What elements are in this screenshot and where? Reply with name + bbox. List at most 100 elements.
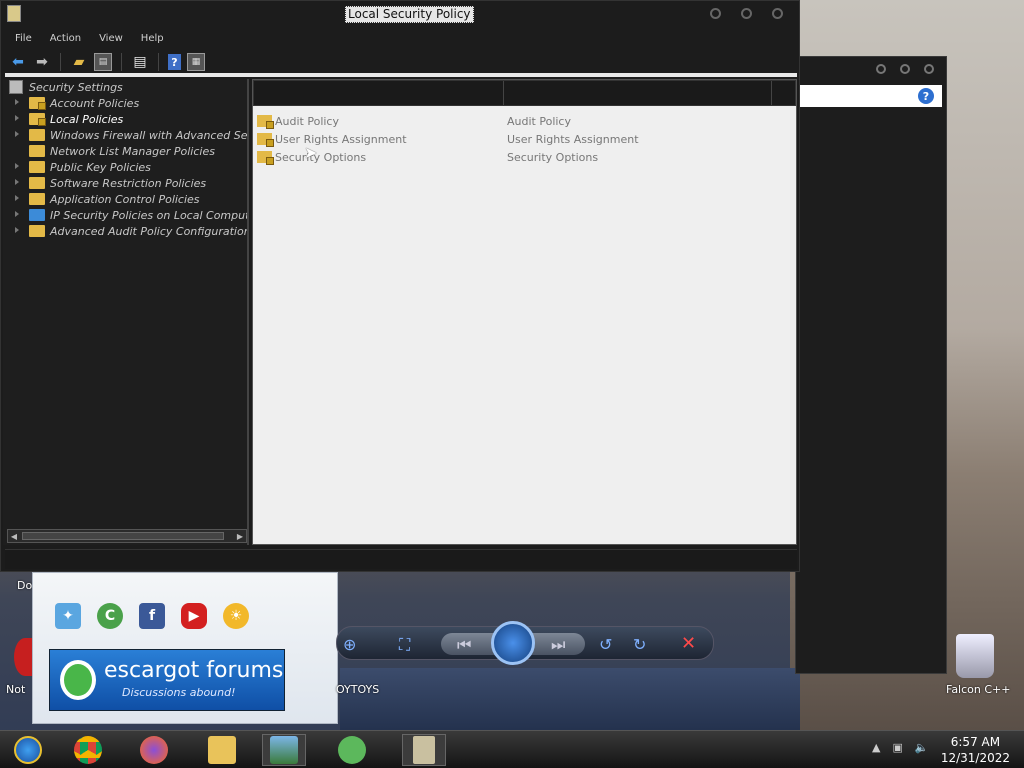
taskbar-local-security-policy[interactable] (402, 734, 446, 766)
expand-arrow-icon[interactable] (15, 99, 19, 105)
tree-item-public-key-policies[interactable]: Public Key Policies (3, 159, 247, 175)
status-bar (5, 549, 797, 569)
taskbar-explorer[interactable] (200, 734, 244, 766)
folder-lock-icon (29, 113, 46, 126)
start-button[interactable] (6, 734, 50, 766)
zoom-icon[interactable]: ⊕ (343, 635, 356, 654)
network-icon[interactable]: ▣ (892, 741, 902, 754)
msn-butterfly-icon[interactable]: ✦ (55, 603, 81, 629)
up-folder-icon[interactable]: ▰ (70, 53, 88, 71)
toolbar-separator (121, 53, 122, 71)
network-icon (29, 209, 45, 221)
show-hidden-icons-icon[interactable]: ▲ (872, 741, 880, 754)
start-orb-icon (14, 736, 42, 764)
tree-root[interactable]: Security Settings (3, 79, 247, 95)
slideshow-button[interactable] (491, 621, 535, 665)
close-button[interactable] (924, 64, 934, 74)
menu-help[interactable]: Help (141, 33, 164, 44)
tree-item-windows-firewall[interactable]: Windows Firewall with Advanced Securi (3, 127, 247, 143)
menu-file[interactable]: File (15, 33, 32, 44)
properties-icon[interactable]: ▦ (187, 53, 205, 71)
tree-item-label: Public Key Policies (50, 160, 151, 174)
desktop-label: Do (17, 579, 33, 592)
previous-icon[interactable]: ⏮ (457, 635, 471, 655)
show-hide-tree-icon[interactable]: ▤ (94, 53, 112, 71)
forward-arrow-icon[interactable]: ➡ (33, 53, 51, 71)
close-button[interactable] (772, 8, 783, 19)
rotate-left-icon[interactable]: ↺ (599, 635, 612, 654)
expand-arrow-icon[interactable] (15, 211, 19, 217)
desktop-label: OYTOYS (336, 683, 380, 696)
maximize-button[interactable] (900, 64, 910, 74)
clock-date: 12/31/2022 (940, 751, 1010, 765)
youtube-icon[interactable]: ▶ (181, 603, 207, 629)
tree-item-advanced-audit[interactable]: Advanced Audit Policy Configuration (3, 223, 247, 239)
list-item-user-rights[interactable]: User Rights Assignment User Rights Assig… (253, 130, 796, 148)
taskbar-firefox[interactable] (132, 734, 176, 766)
list-item-audit-policy[interactable]: Audit Policy Audit Policy (253, 112, 796, 130)
chrome-icon (74, 736, 102, 764)
taskbar-photo-viewer[interactable] (262, 734, 306, 766)
tree-item-label: Advanced Audit Policy Configuration (50, 224, 247, 238)
menu-view[interactable]: View (99, 33, 123, 44)
help-icon[interactable]: ? (918, 88, 934, 104)
tree-item-label: Software Restriction Policies (50, 176, 207, 190)
banner-subtitle: Discussions abound! (122, 686, 236, 699)
expand-arrow-icon[interactable] (15, 163, 19, 169)
column-header-name[interactable] (254, 81, 504, 105)
recycle-bin-label: Falcon C++ (946, 683, 1011, 696)
background-window[interactable]: ? (795, 56, 947, 674)
export-list-icon[interactable]: ▤ (131, 53, 149, 71)
taskbar-chrome[interactable] (66, 734, 110, 766)
tree-item-local-policies[interactable]: Local Policies (3, 111, 247, 127)
tree-item-ip-security[interactable]: IP Security Policies on Local Computer (3, 207, 247, 223)
folder-lock-icon (257, 115, 274, 129)
weather-sun-icon[interactable]: ☀ (223, 603, 249, 629)
expand-arrow-icon[interactable] (15, 227, 19, 233)
menu-action[interactable]: Action (50, 33, 81, 44)
fit-to-window-icon[interactable]: ⛶ (399, 635, 410, 655)
console-tree: Security Settings Account Policies Local… (3, 79, 249, 545)
local-security-policy-window: Local Security Policy File Action View H… (0, 0, 800, 572)
help-icon[interactable]: ? (168, 54, 181, 70)
list-header (253, 80, 796, 106)
expand-arrow-icon[interactable] (15, 131, 19, 137)
recycle-bin-icon[interactable] (956, 634, 994, 678)
volume-icon[interactable]: 🔈 (915, 741, 929, 754)
expand-arrow-icon[interactable] (15, 115, 19, 121)
tree-item-application-control[interactable]: Application Control Policies (3, 191, 247, 207)
facebook-icon[interactable]: f (139, 603, 165, 629)
scroll-thumb[interactable] (22, 532, 224, 540)
column-header-description[interactable] (504, 81, 772, 105)
titlebar[interactable]: Local Security Policy (1, 1, 799, 27)
tree-root-label: Security Settings (29, 80, 123, 94)
minimize-button[interactable] (710, 8, 721, 19)
scroll-left-icon[interactable]: ◀ (8, 530, 20, 542)
security-settings-icon (9, 80, 23, 94)
tree-item-label: Local Policies (50, 112, 124, 126)
tree-item-network-list-manager[interactable]: Network List Manager Policies (3, 143, 247, 159)
chrome-icon[interactable]: C (97, 603, 123, 629)
details-list: Audit Policy Audit Policy User Rights As… (252, 79, 797, 545)
tree-horizontal-scrollbar[interactable]: ◀ ▶ (7, 529, 247, 543)
expand-arrow-icon[interactable] (15, 179, 19, 185)
delete-icon[interactable]: ✕ (681, 633, 696, 654)
clock[interactable]: 6:57 AM 12/31/2022 (941, 734, 1010, 766)
tree-item-software-restriction[interactable]: Software Restriction Policies (3, 175, 247, 191)
folder-icon (29, 145, 45, 157)
rotate-right-icon[interactable]: ↻ (633, 635, 646, 654)
expand-arrow-icon[interactable] (15, 195, 19, 201)
minimize-button[interactable] (876, 64, 886, 74)
folder-icon (29, 129, 45, 141)
folder-lock-icon (257, 133, 274, 147)
toolbar: ⬅ ➡ ▰ ▤ ▤ ? ▦ (1, 49, 799, 75)
tree-item-account-policies[interactable]: Account Policies (3, 95, 247, 111)
escargot-forums-banner[interactable]: escargot forums Discussions abound! (49, 649, 285, 711)
maximize-button[interactable] (741, 8, 752, 19)
list-item-security-options[interactable]: Security Options Security Options (253, 148, 796, 166)
scroll-right-icon[interactable]: ▶ (234, 530, 246, 542)
next-icon[interactable]: ⏭ (551, 635, 565, 655)
photo-viewer-icon (270, 736, 298, 764)
taskbar-messenger[interactable] (330, 734, 374, 766)
back-arrow-icon[interactable]: ⬅ (9, 53, 27, 71)
